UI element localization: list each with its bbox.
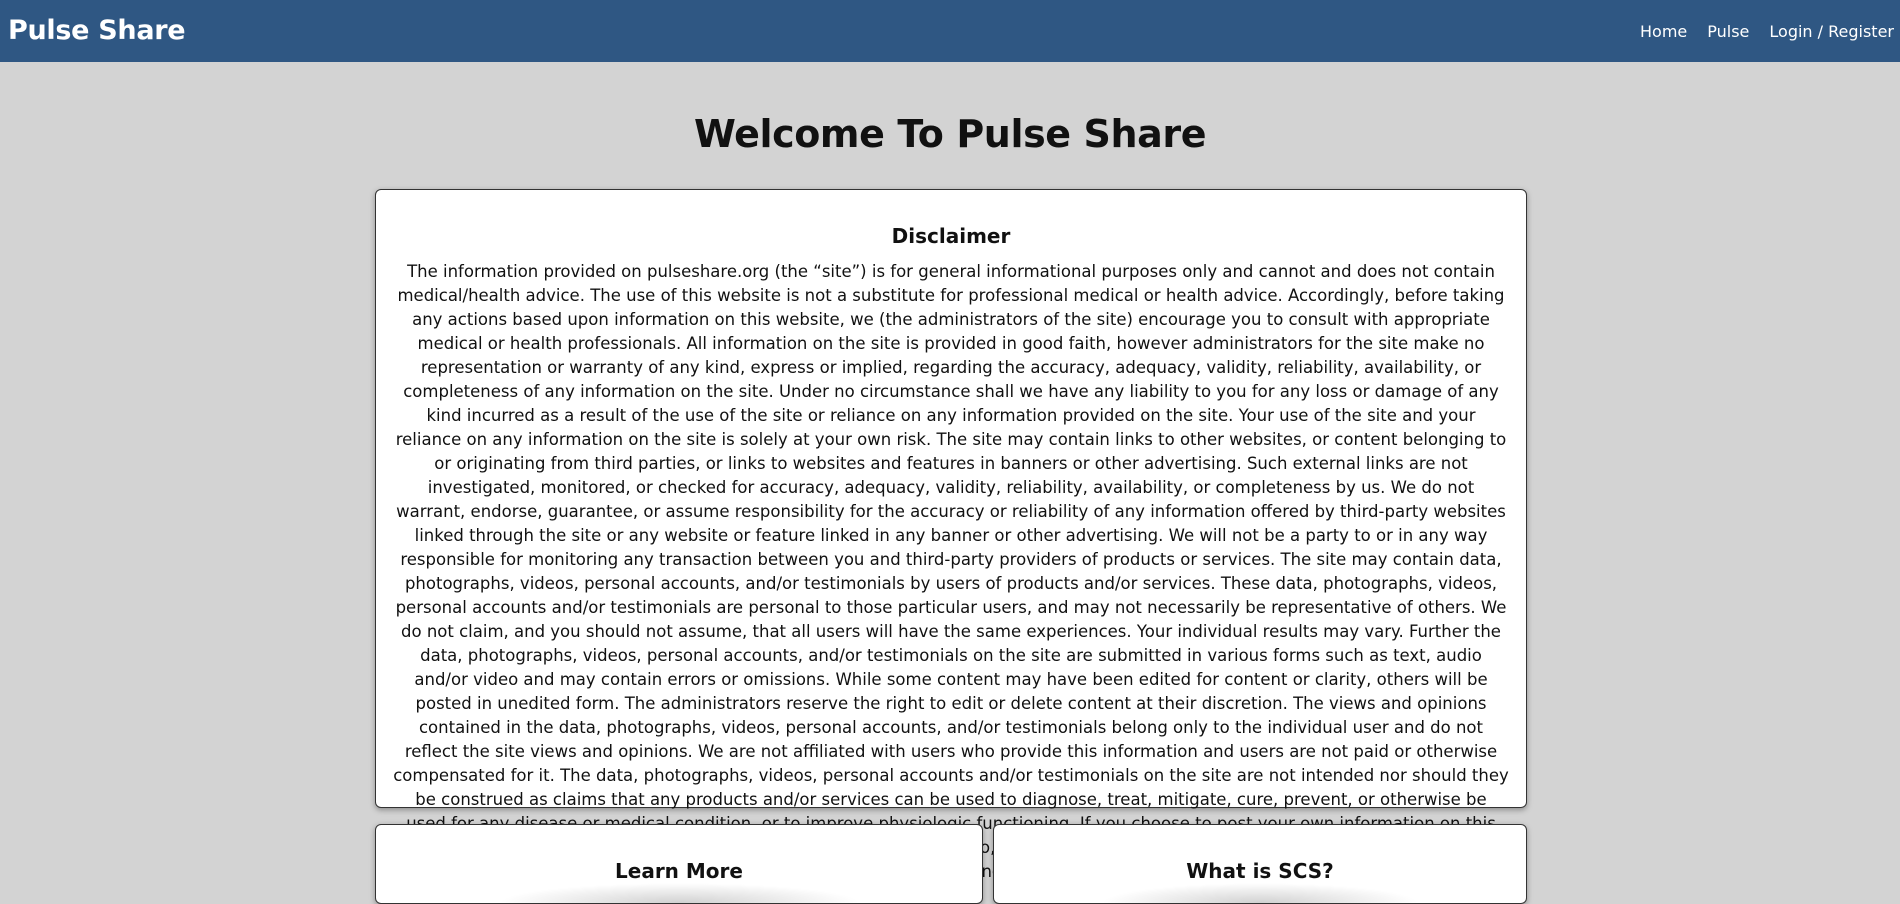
nav-login-register-link[interactable]: Login / Register bbox=[1769, 22, 1894, 41]
nav-links: Home Pulse Login / Register bbox=[1640, 22, 1894, 41]
learn-more-heading: Learn More bbox=[615, 859, 743, 883]
page-title: Welcome To Pulse Share bbox=[693, 112, 1207, 156]
what-is-scs-heading: What is SCS? bbox=[1186, 859, 1334, 883]
disclaimer-heading: Disclaimer bbox=[891, 224, 1011, 248]
what-is-scs-card[interactable]: What is SCS? bbox=[993, 824, 1527, 904]
nav-pulse-link[interactable]: Pulse bbox=[1707, 22, 1749, 41]
card-image-shadow bbox=[1100, 883, 1420, 903]
disclaimer-card: Disclaimer The information provided on p… bbox=[375, 189, 1527, 881]
disclaimer-text: The information provided on pulseshare.o… bbox=[393, 262, 1509, 881]
top-navbar: Pulse Share Home Pulse Login / Register bbox=[0, 0, 1900, 62]
card-image-shadow bbox=[497, 883, 861, 903]
brand-logo-link[interactable]: Pulse Share bbox=[8, 15, 186, 46]
nav-home-link[interactable]: Home bbox=[1640, 22, 1687, 41]
learn-more-card[interactable]: Learn More bbox=[375, 824, 983, 904]
